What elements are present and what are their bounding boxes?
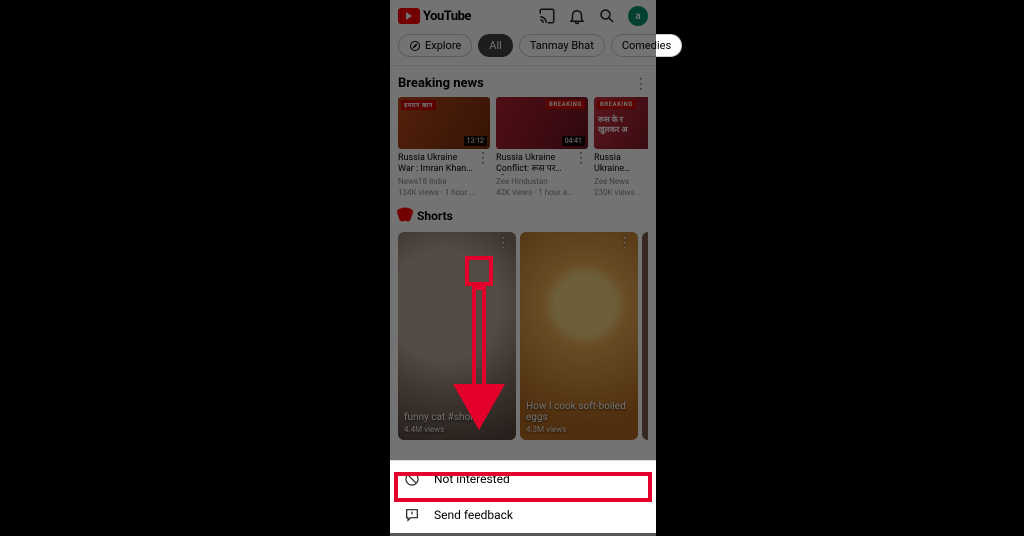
shorts-card[interactable]: ⋮ How I cook soft-boiled eggs 4.3M views bbox=[520, 232, 638, 440]
cast-icon[interactable] bbox=[538, 7, 556, 25]
video-thumbnail: BREAKING रूस के र खुलकर अ bbox=[594, 97, 648, 149]
avatar[interactable]: a bbox=[628, 6, 648, 26]
youtube-icon bbox=[398, 8, 420, 24]
not-interested-icon bbox=[404, 471, 420, 487]
section-title: Breaking news bbox=[398, 76, 484, 91]
video-views: 42K views · 1 hour a... bbox=[496, 188, 588, 198]
not-interested-option[interactable]: Not interested bbox=[390, 461, 656, 497]
shorts-views: 4.4M views bbox=[404, 425, 510, 434]
video-title: Russia Ukraine Update: रूस... bbox=[594, 153, 648, 175]
shorts-header: Shorts bbox=[398, 198, 648, 224]
video-more-icon[interactable]: ⋮ bbox=[476, 153, 490, 175]
breaking-news-section: Breaking news ⋮ इमरान खान 13:12 Russia U… bbox=[390, 66, 656, 444]
news-card[interactable]: BREAKING 04:41 Russia Ukraine Conflict: … bbox=[496, 97, 588, 198]
not-interested-label: Not interested bbox=[434, 472, 510, 486]
send-feedback-label: Send feedback bbox=[434, 508, 513, 522]
video-thumbnail: इमरान खान 13:12 bbox=[398, 97, 490, 149]
bottom-sheet: Not interested Send feedback bbox=[390, 460, 656, 536]
shorts-views: 4.3M views bbox=[526, 425, 632, 434]
shorts-more-icon[interactable]: ⋮ bbox=[496, 238, 510, 248]
chip-topic[interactable]: Tanmay Bhat bbox=[519, 34, 605, 57]
overlay-label: BREAKING bbox=[546, 100, 585, 109]
chip-topic[interactable]: Comedies bbox=[611, 34, 682, 57]
duration-badge: 13:12 bbox=[464, 136, 487, 146]
shorts-icon bbox=[398, 208, 412, 224]
news-card[interactable]: BREAKING रूस के र खुलकर अ Russia Ukraine… bbox=[594, 97, 648, 198]
video-views: 134K views · 1 hour ... bbox=[398, 188, 490, 198]
shorts-title-text: How I cook soft-boiled eggs bbox=[526, 401, 632, 423]
app-header: YouTube a bbox=[390, 0, 656, 30]
send-feedback-option[interactable]: Send feedback bbox=[390, 497, 656, 533]
news-card[interactable]: इमरान खान 13:12 Russia Ukraine War : Imr… bbox=[398, 97, 490, 198]
chip-row: Explore All Tanmay Bhat Comedies bbox=[390, 30, 656, 66]
channel-name: Zee Hindustan bbox=[496, 177, 588, 187]
overlay-label: BREAKING bbox=[597, 100, 636, 109]
duration-badge: 04:41 bbox=[562, 136, 585, 146]
chip-all[interactable]: All bbox=[478, 34, 513, 57]
phone-frame: YouTube a Explore All Tanmay Bhat Comedi… bbox=[390, 0, 656, 536]
search-icon[interactable] bbox=[598, 7, 616, 25]
shorts-card[interactable] bbox=[642, 232, 648, 440]
section-more-icon[interactable]: ⋮ bbox=[634, 79, 648, 89]
shorts-title-text: funny cat #shorts bbox=[404, 412, 510, 423]
video-title: Russia Ukraine War : Imran Khan ... bbox=[398, 153, 473, 175]
overlay-label: इमरान खान bbox=[401, 100, 436, 110]
video-thumbnail: BREAKING 04:41 bbox=[496, 97, 588, 149]
bell-icon[interactable] bbox=[568, 7, 586, 25]
channel-name: Zee News bbox=[594, 177, 648, 187]
brand-text: YouTube bbox=[423, 9, 471, 24]
compass-icon bbox=[409, 40, 421, 52]
video-more-icon[interactable]: ⋮ bbox=[574, 153, 588, 175]
video-title: Russia Ukraine Conflict: रूस पर औ... bbox=[496, 153, 571, 175]
channel-name: News18 India bbox=[398, 177, 490, 187]
shorts-title: Shorts bbox=[417, 209, 453, 223]
video-views: 230K views ... bbox=[594, 188, 648, 198]
shorts-more-icon[interactable]: ⋮ bbox=[618, 238, 632, 248]
shorts-card[interactable]: ⋮ funny cat #shorts 4.4M views bbox=[398, 232, 516, 440]
youtube-logo[interactable]: YouTube bbox=[398, 8, 471, 24]
feedback-icon bbox=[404, 507, 420, 523]
chip-explore[interactable]: Explore bbox=[398, 34, 472, 57]
